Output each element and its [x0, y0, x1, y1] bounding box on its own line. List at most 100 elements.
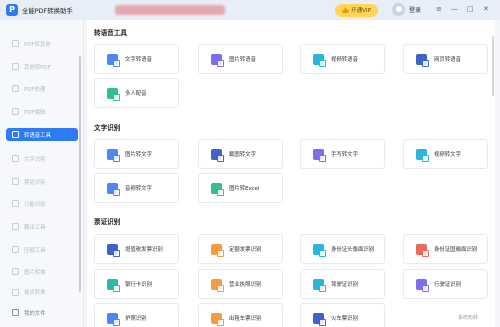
card-handwriting-to-text[interactable]: 手写转文字: [300, 139, 385, 169]
webpage-to-speech-icon: [416, 53, 429, 67]
card-webpage-to-speech[interactable]: 网页转语音: [403, 44, 488, 74]
scan-icon: [12, 200, 19, 207]
card-video-to-speech[interactable]: 视频转语音: [300, 44, 385, 74]
card-id-card-front[interactable]: 身份证头像面识别: [300, 234, 385, 264]
card-image-to-text[interactable]: 图片转文字: [94, 139, 179, 169]
card-label: 网页转语音: [434, 57, 461, 63]
vip-label: 开通VIP: [350, 8, 372, 14]
card-label: 图片转Excel: [229, 186, 260, 192]
sidebar-item-format-convert[interactable]: 格式转换: [6, 288, 78, 296]
app-title: 全能PDF转换助手: [22, 6, 73, 15]
sidebar-item-ticket-recognition[interactable]: 票证识别: [6, 175, 78, 188]
sidebar-item-text-recognition[interactable]: 文字识别: [6, 152, 78, 165]
maximize-icon[interactable]: □: [467, 4, 474, 14]
vip-button[interactable]: 开通VIP: [335, 3, 378, 17]
sidebar-item-label: PDF编辑: [24, 109, 46, 116]
sidebar-item-other-to-pdf[interactable]: 其他转PDF: [6, 60, 78, 73]
sidebar-item-translate-tools[interactable]: 翻译工具: [6, 220, 78, 233]
image-to-excel-icon: [211, 182, 224, 196]
card-vat-invoice[interactable]: 增值税发票识别: [94, 234, 179, 264]
train-ticket-icon: [313, 312, 326, 326]
sidebar-item-pdf-to-other[interactable]: PDF转其他: [6, 37, 78, 50]
close-icon[interactable]: ✕: [483, 4, 489, 14]
card-label: 截图转文字: [229, 152, 256, 158]
card-screenshot-to-text[interactable]: 截图转文字: [198, 139, 283, 169]
card-label: 增值税发票识别: [125, 247, 163, 253]
sidebar-item-label: 其他转PDF: [24, 64, 51, 71]
sidebar-item-label: 我的文件: [24, 310, 46, 317]
card-label: 定额发票识别: [229, 247, 262, 253]
card-label: 视频转文字: [434, 152, 461, 158]
compress-icon: [12, 246, 19, 253]
card-multi-voice-dubbing[interactable]: 多人配音: [94, 78, 179, 108]
vat-invoice-icon: [107, 243, 120, 257]
file-convert-icon: [12, 63, 19, 70]
sidebar-item-label: 文字识别: [24, 156, 46, 163]
sidebar-item-speech-tools[interactable]: 转语音工具: [6, 128, 78, 141]
card-image-to-excel[interactable]: 图片转Excel: [198, 173, 283, 203]
folder-icon: [12, 309, 19, 316]
login-link[interactable]: 登录: [409, 5, 421, 14]
card-label: 出租车票识别: [229, 316, 262, 322]
card-label: 护照识别: [125, 316, 147, 322]
audio-to-text-icon: [107, 182, 120, 196]
section-title-ticket-recognition: 票证识别: [94, 218, 121, 226]
file-icon: [12, 40, 19, 47]
blurred-banner: [115, 5, 225, 15]
video-to-speech-icon: [313, 53, 326, 67]
speech-icon: [12, 131, 19, 138]
sidebar-item-label: 票证识别: [24, 179, 46, 186]
id-card-back-icon: [416, 243, 429, 257]
ticket-icon: [12, 178, 19, 185]
card-driver-license[interactable]: 驾驶证识别: [300, 269, 385, 299]
card-quota-invoice[interactable]: 定额发票识别: [198, 234, 283, 264]
card-label: 行驶证识别: [434, 282, 461, 288]
sidebar-item-my-files[interactable]: 我的文件: [6, 306, 78, 319]
sidebar-item-label: PDF处理: [24, 86, 46, 93]
menu-icon[interactable]: ≡: [436, 4, 442, 14]
quota-invoice-icon: [211, 243, 224, 257]
format-icon: [12, 288, 19, 296]
sidebar-item-compress-tools[interactable]: 压缩工具: [6, 243, 78, 256]
sidebar-item-pdf-edit[interactable]: PDF编辑: [6, 105, 78, 118]
card-label: 银行卡识别: [125, 282, 152, 288]
card-bank-card[interactable]: 银行卡识别: [94, 269, 179, 299]
sidebar-item-label: 转语音工具: [24, 132, 51, 139]
crown-icon: [341, 7, 349, 13]
sidebar-item-universal-recognition[interactable]: 万能识别: [6, 197, 78, 210]
main-scrollbar[interactable]: [492, 36, 494, 96]
section-title-speech: 转语音工具: [94, 29, 127, 37]
sidebar-item-pdf-process[interactable]: PDF处理: [6, 82, 78, 95]
card-passport[interactable]: 护照识别: [94, 303, 179, 327]
passport-icon: [107, 312, 120, 326]
card-business-license[interactable]: 营业执照识别: [198, 269, 283, 299]
card-label: 身份证头像面识别: [331, 247, 375, 253]
card-label: 多人配音: [125, 91, 147, 97]
card-label: 驾驶证识别: [331, 282, 358, 288]
sidebar-item-label: 格式转换: [24, 290, 46, 296]
minimize-icon[interactable]: —: [451, 4, 458, 14]
card-vehicle-license[interactable]: 行驶证识别: [403, 269, 488, 299]
image-icon: [12, 268, 19, 275]
sidebar-item-label: PDF转其他: [24, 41, 51, 48]
sidebar-item-image-convert[interactable]: 图片转换: [6, 265, 78, 278]
handwriting-to-text-icon: [313, 148, 326, 162]
bank-card-icon: [107, 278, 120, 292]
card-taxi-ticket[interactable]: 出租车票识别: [198, 303, 283, 327]
text-to-speech-icon: [107, 53, 120, 67]
sidebar-scrollbar[interactable]: [79, 56, 81, 292]
card-train-ticket[interactable]: 火车票识别: [300, 303, 385, 327]
image-to-speech-icon: [211, 53, 224, 67]
text-scan-icon: [12, 155, 19, 162]
card-video-to-text[interactable]: 视频转文字: [403, 139, 488, 169]
avatar[interactable]: [392, 3, 405, 16]
card-id-card-back[interactable]: 身份证国徽面识别: [403, 234, 488, 264]
card-label: 图片转文字: [125, 152, 152, 158]
card-image-to-speech[interactable]: 图片转语音: [198, 44, 283, 74]
card-text-to-speech[interactable]: 文字转语音: [94, 44, 179, 74]
card-audio-to-text[interactable]: 音频转文字: [94, 173, 179, 203]
sidebar-item-label: 压缩工具: [24, 247, 46, 254]
sidebar-item-label: 万能识别: [24, 201, 46, 208]
video-to-text-icon: [416, 148, 429, 162]
business-license-icon: [211, 278, 224, 292]
